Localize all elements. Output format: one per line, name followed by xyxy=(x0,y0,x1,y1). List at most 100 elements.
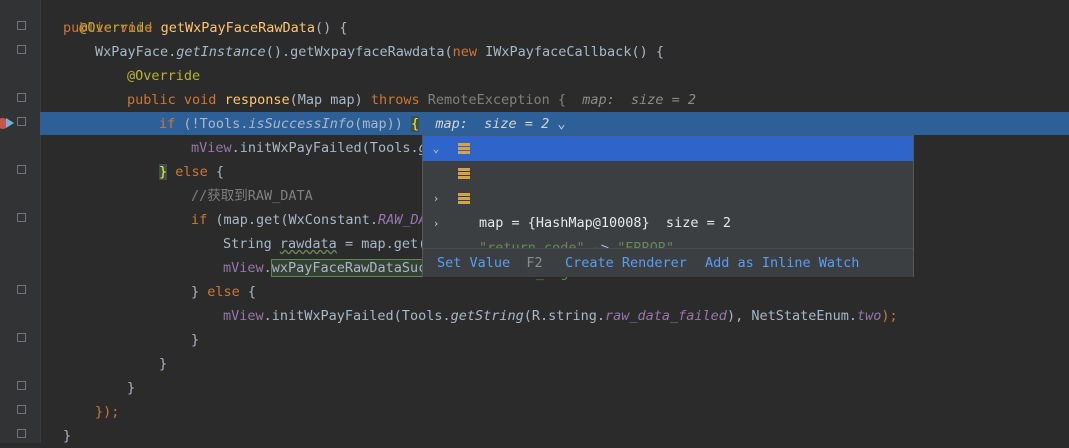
code-line-15: } xyxy=(191,328,199,352)
chevron-down-icon[interactable]: ⌄ xyxy=(557,116,565,132)
code-text: RemoteException { xyxy=(419,92,566,108)
code-line-1: @Override xyxy=(63,0,152,36)
code-line-8: } else { xyxy=(159,160,224,184)
code-text: } xyxy=(159,356,168,372)
method-call[interactable]: isSuccessInfo xyxy=(248,116,354,132)
fold-marker[interactable] xyxy=(17,381,26,390)
field-ref: mView xyxy=(223,308,264,324)
code-line-10: if (map.get(WxConstant.RAW_DA xyxy=(191,208,427,232)
code-text: } xyxy=(63,428,72,444)
fold-marker[interactable] xyxy=(17,93,26,102)
fold-marker[interactable] xyxy=(17,45,26,54)
code-line-17: } xyxy=(127,376,135,400)
fold-marker[interactable] xyxy=(17,405,26,414)
code-line-12: mView.wxPayFaceRawDataSuc xyxy=(223,256,428,280)
tree-row-return-code[interactable]: › "return_code" -> "ERROR" xyxy=(423,161,913,256)
tree-row-label: map = {HashMap@10008} size = 2 xyxy=(479,215,731,231)
inline-debug-hint[interactable]: map: size = 2 xyxy=(435,116,549,132)
code-text: . xyxy=(263,260,272,276)
matched-brace: } xyxy=(159,164,168,180)
fold-marker[interactable] xyxy=(17,21,26,30)
code-line-14: mView.initWxPayFailed(Tools.getString(R.… xyxy=(223,304,898,328)
field-ref: mView xyxy=(191,140,232,156)
field-ref: mView xyxy=(223,260,264,276)
keyword: void xyxy=(119,20,153,36)
method-call[interactable]: wxPayFaceRawDataSuc xyxy=(270,259,428,277)
keyword: else xyxy=(207,284,240,300)
code-text: { xyxy=(207,164,225,180)
code-text: .initWxPayFailed(Tools. xyxy=(231,140,419,156)
code-text: (Map map) xyxy=(289,92,371,108)
keyword: else xyxy=(167,164,208,180)
chevron-right-icon[interactable]: › xyxy=(431,211,441,236)
code-line-7: mView.initWxPayFailed(Tools.g xyxy=(191,136,427,160)
code-line-9: //获取到RAW_DATA xyxy=(191,184,313,208)
tree-row-root[interactable]: ⌄ map = {HashMap@10008} size = 2 xyxy=(423,136,913,231)
code-text: } xyxy=(127,380,136,396)
code-line-2: public void getWxPayFaceRawData() { xyxy=(63,16,348,40)
code-line-3: WxPayFace.getInstance().getWxpayfaceRawd… xyxy=(95,40,664,64)
code-text: } xyxy=(191,284,208,300)
keyword: if xyxy=(191,212,208,228)
map-variable-icon xyxy=(458,143,470,154)
fold-marker[interactable] xyxy=(17,213,26,222)
code-line-6: if (!Tools.isSuccessInfo(map)) { map: si… xyxy=(159,112,565,136)
constant: RAW_DA xyxy=(377,212,427,228)
comment: //获取到RAW_DATA xyxy=(191,188,313,204)
code-text: WxPayFace. xyxy=(95,44,177,60)
code-line-19: } xyxy=(63,424,71,448)
fold-marker[interactable] xyxy=(17,165,26,174)
keyword: public xyxy=(63,20,112,36)
popup-footer: Set Value F2 Create Renderer Add as Inli… xyxy=(423,248,913,277)
tree-row-return-msg[interactable]: › "return_msg" -> "SN is invalid:"unknow… xyxy=(423,186,913,281)
fold-marker[interactable] xyxy=(17,333,26,342)
keyword: throws xyxy=(370,92,420,108)
code-text: IWxPayfaceCallback() { xyxy=(477,44,664,60)
matched-brace: { xyxy=(411,116,420,132)
code-text: (R.string. xyxy=(523,308,606,324)
method-call[interactable]: getInstance xyxy=(176,44,265,60)
code-text: }); xyxy=(95,404,120,420)
code-text: ().getWxpayfaceRawdata( xyxy=(265,44,453,60)
code-text: { xyxy=(239,284,257,300)
fold-marker[interactable] xyxy=(17,117,26,126)
code-text: String xyxy=(223,236,280,252)
gutter-separator xyxy=(40,0,41,443)
code-line-13: } else { xyxy=(191,280,256,304)
code-text: ), NetStateEnum. xyxy=(726,308,857,324)
fold-marker[interactable] xyxy=(17,285,26,294)
code-text: (map)) xyxy=(354,116,411,132)
keyword: if xyxy=(159,116,176,132)
code-text: (map.get(WxConstant. xyxy=(207,212,378,228)
inline-debug-hint[interactable]: map: size = 2 xyxy=(582,92,696,108)
code-text: (!Tools. xyxy=(175,116,249,132)
code-line-16: } xyxy=(159,352,167,376)
constant: raw_data_failed xyxy=(605,308,727,324)
set-value-label: Set Value xyxy=(437,255,511,271)
code-line-18: }); xyxy=(95,400,119,424)
map-entry-icon xyxy=(458,168,470,179)
keyword: void xyxy=(183,92,217,108)
code-line-11: String rawdata = map.get( xyxy=(223,232,426,256)
code-text: ); xyxy=(881,308,898,324)
method-name[interactable]: getWxPayFaceRawData xyxy=(161,20,315,36)
execution-point-icon xyxy=(6,118,14,128)
constant: two xyxy=(856,308,882,324)
annotation: @Override xyxy=(127,68,201,84)
code-text: () { xyxy=(315,20,348,36)
set-value-link[interactable]: Set Value F2 xyxy=(437,255,543,271)
debugger-value-popup[interactable]: ⌄ map = {HashMap@10008} size = 2 › "retu… xyxy=(422,135,914,281)
keyword: new xyxy=(452,44,478,60)
chevron-down-icon[interactable]: ⌄ xyxy=(431,136,441,161)
keyword: public xyxy=(127,92,176,108)
code-line-5: public void response(Map map) throws Rem… xyxy=(127,88,696,112)
add-inline-watch-link[interactable]: Add as Inline Watch xyxy=(705,255,859,271)
method-call[interactable]: getString xyxy=(451,308,524,324)
method-name[interactable]: response xyxy=(225,92,290,108)
fold-marker[interactable] xyxy=(17,429,26,438)
create-renderer-link[interactable]: Create Renderer xyxy=(565,255,687,271)
variable: rawdata xyxy=(279,236,337,252)
code-text: = map.get( xyxy=(336,236,427,252)
code-line-4: @Override xyxy=(127,64,200,88)
shortcut-key: F2 xyxy=(526,255,543,271)
